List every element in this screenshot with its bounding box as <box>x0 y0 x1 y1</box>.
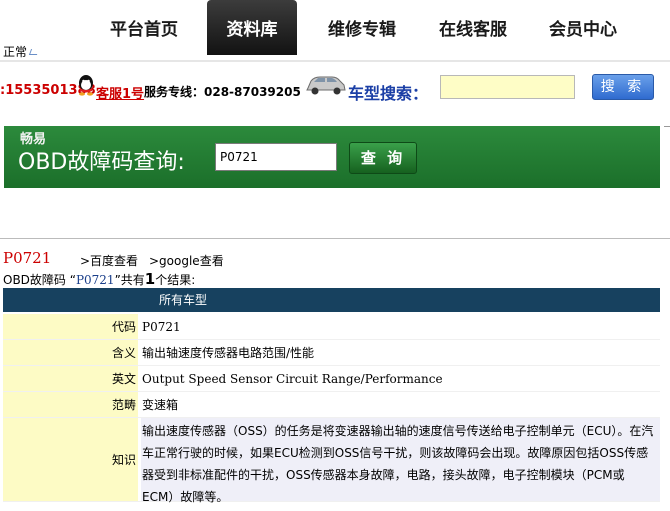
baidu-link[interactable]: >百度查看 <box>80 252 138 269</box>
row-value: 输出轴速度传感器电路范围/性能 <box>141 340 660 365</box>
obd-code-input[interactable]: P0721 <box>215 143 337 171</box>
nav-online-service[interactable]: 在线客服 <box>429 0 517 55</box>
row-value: 变速箱 <box>141 392 660 417</box>
row-label: 范畴 <box>3 392 138 417</box>
table-row: 代码 P0721 <box>3 314 660 340</box>
scroll-marker <box>664 126 670 130</box>
row-value: 输出速度传感器（OSS）的任务是将变速器输出轴的速度信号传送给电子控制单元（EC… <box>141 418 660 504</box>
row-label: 含义 <box>3 340 138 365</box>
car-search-input[interactable] <box>440 75 575 99</box>
section-separator <box>0 238 670 239</box>
service-bar: :1553501388 客服1号 服务专线：028-87039205 车型搜索：… <box>0 66 670 112</box>
nav-repair-album[interactable]: 维修专辑 <box>318 0 406 55</box>
summary-mid: ”共有 <box>114 273 145 287</box>
banner-title: OBD故障码查询: <box>18 150 185 175</box>
table-row: 范畴 变速箱 <box>3 392 660 418</box>
row-value: Output Speed Sensor Circuit Range/Perfor… <box>141 366 660 391</box>
row-label: 知识 <box>3 418 138 501</box>
nav-library[interactable]: 资料库 <box>207 0 297 55</box>
table-header: 所有车型 <box>3 288 660 312</box>
table-row: 含义 输出轴速度传感器电路范围/性能 <box>3 340 660 366</box>
nav-home[interactable]: 平台首页 <box>100 0 188 55</box>
summary-code: P0721 <box>75 273 115 287</box>
table-row: 知识 输出速度传感器（OSS）的任务是将变速器输出轴的速度信号传送给电子控制单元… <box>3 418 660 504</box>
result-code-title: P0721 <box>3 249 52 267</box>
result-summary: OBD故障码 “P0721”共有1个结果: <box>3 270 195 288</box>
row-label: 英文 <box>3 366 138 391</box>
nav-member-center[interactable]: 会员中心 <box>539 0 627 55</box>
row-label: 代码 <box>3 314 138 339</box>
row-value: P0721 <box>141 314 660 339</box>
query-button[interactable]: 查 询 <box>349 142 417 174</box>
car-icon <box>306 76 346 95</box>
obd-banner: 畅易 OBD故障码查询: P0721 查 询 <box>4 126 660 188</box>
car-search-label: 车型搜索： <box>348 84 429 103</box>
status-text: 正常 <box>3 45 28 59</box>
summary-count: 1 <box>144 270 156 288</box>
qq-icon[interactable] <box>77 74 95 96</box>
table-row: 英文 Output Speed Sensor Circuit Range/Per… <box>3 366 660 392</box>
top-navigation: 平台首页 资料库 维修专辑 在线客服 会员中心 正常 <box>0 0 670 62</box>
service-hotline: 服务专线：028-87039205 <box>144 85 301 99</box>
service-link-kf1[interactable]: 客服1号 <box>96 83 144 102</box>
search-button[interactable]: 搜 索 <box>592 74 654 100</box>
summary-suffix: 个结果: <box>155 273 196 287</box>
status-icon <box>28 49 40 55</box>
summary-prefix: OBD故障码 “ <box>3 273 76 287</box>
nav-divider <box>0 60 670 62</box>
google-link[interactable]: >google查看 <box>149 252 224 269</box>
